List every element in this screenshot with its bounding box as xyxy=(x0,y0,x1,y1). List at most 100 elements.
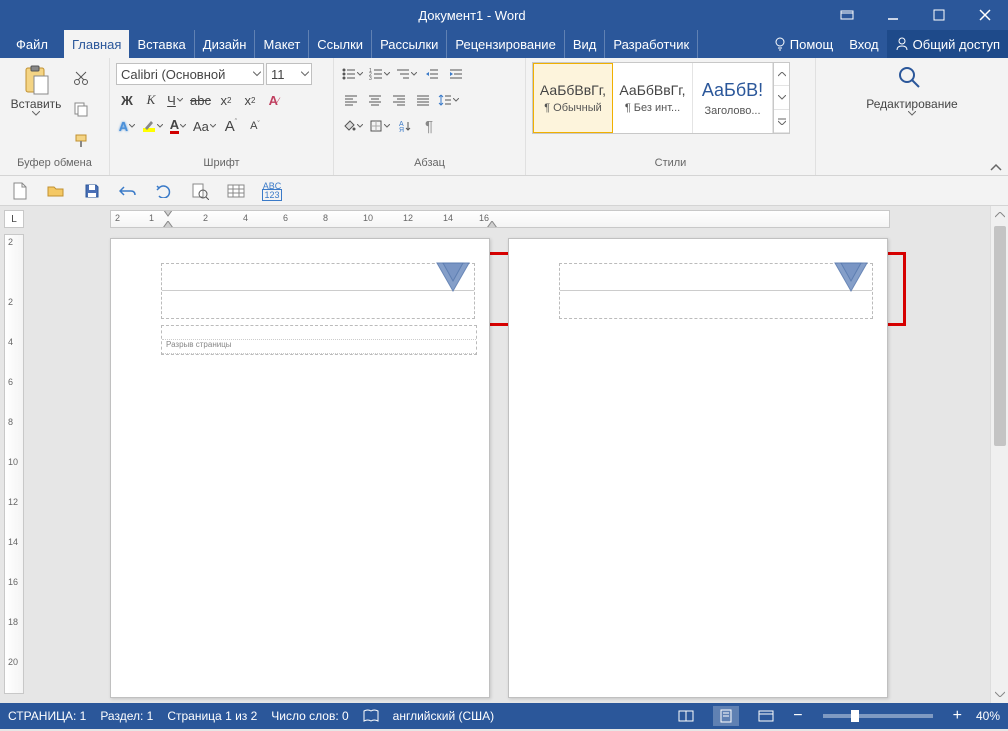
ruler-num: 10 xyxy=(8,457,18,467)
zoom-in-button[interactable]: + xyxy=(953,707,962,725)
format-painter-button[interactable] xyxy=(70,130,92,152)
numbering-button[interactable]: 123 xyxy=(367,63,392,85)
tab-design[interactable]: Дизайн xyxy=(195,30,256,58)
shrink-font-button[interactable]: Aˇ xyxy=(244,115,266,137)
editing-label: Редактирование xyxy=(866,98,957,111)
multilevel-button[interactable] xyxy=(394,63,419,85)
shading-button[interactable] xyxy=(340,115,365,137)
tab-review[interactable]: Рецензирование xyxy=(447,30,564,58)
paste-button[interactable]: Вставить xyxy=(6,62,66,157)
vertical-ruler[interactable]: 2 2 4 6 8 10 12 14 16 18 20 xyxy=(4,234,24,694)
hanging-indent-marker[interactable] xyxy=(163,221,173,228)
print-layout-button[interactable] xyxy=(713,706,739,726)
align-center-button[interactable] xyxy=(364,89,386,111)
tab-mailings[interactable]: Рассылки xyxy=(372,30,447,58)
page-2[interactable] xyxy=(508,238,888,698)
zoom-out-button[interactable]: − xyxy=(793,707,802,725)
tab-layout[interactable]: Макет xyxy=(255,30,309,58)
undo-button[interactable] xyxy=(116,179,140,203)
font-name-select[interactable]: Calibri (Основной xyxy=(116,63,264,85)
cut-button[interactable] xyxy=(70,67,92,89)
status-word-count[interactable]: Число слов: 0 xyxy=(271,709,348,723)
zoom-level[interactable]: 40% xyxy=(976,709,1000,723)
tab-home[interactable]: Главная xyxy=(64,30,129,58)
tab-file[interactable]: Файл xyxy=(0,30,64,58)
tab-developer[interactable]: Разработчик xyxy=(605,30,698,58)
insert-table-button[interactable] xyxy=(224,179,248,203)
zoom-slider-handle[interactable] xyxy=(851,710,859,722)
strikethrough-button[interactable]: abc xyxy=(188,89,213,111)
open-button[interactable] xyxy=(44,179,68,203)
new-doc-button[interactable] xyxy=(8,179,32,203)
gallery-more-button[interactable] xyxy=(774,110,789,133)
word-count-button[interactable]: ABC123 xyxy=(260,179,284,203)
italic-button[interactable]: К xyxy=(140,89,162,111)
status-section[interactable]: Раздел: 1 xyxy=(100,709,153,723)
gallery-up-button[interactable] xyxy=(774,63,789,86)
status-language[interactable]: английский (США) xyxy=(393,709,494,723)
ribbon-display-options-button[interactable] xyxy=(824,0,870,30)
read-mode-button[interactable] xyxy=(673,706,699,726)
zoom-slider[interactable] xyxy=(823,714,933,718)
sign-in-button[interactable]: Вход xyxy=(841,30,886,58)
line-spacing-button[interactable] xyxy=(436,89,461,111)
tab-view[interactable]: Вид xyxy=(565,30,606,58)
align-left-icon xyxy=(344,94,358,106)
highlight-button[interactable] xyxy=(140,115,165,137)
sort-button[interactable]: AЯ xyxy=(394,115,416,137)
print-preview-button[interactable] xyxy=(188,179,212,203)
status-page-of[interactable]: Страница 1 из 2 xyxy=(167,709,257,723)
page-1[interactable]: Разрыв страницы xyxy=(110,238,490,698)
maximize-button[interactable] xyxy=(916,0,962,30)
subscript-button[interactable]: x2 xyxy=(215,89,237,111)
vertical-scrollbar[interactable] xyxy=(990,206,1008,703)
close-button[interactable] xyxy=(962,0,1008,30)
clear-formatting-button[interactable]: A∕ xyxy=(263,89,285,111)
table-row xyxy=(162,326,476,340)
justify-button[interactable] xyxy=(412,89,434,111)
redo-button[interactable] xyxy=(152,179,176,203)
save-button[interactable] xyxy=(80,179,104,203)
tab-references[interactable]: Ссылки xyxy=(309,30,372,58)
collapse-ribbon-button[interactable] xyxy=(990,163,1002,173)
bold-button[interactable]: Ж xyxy=(116,89,138,111)
editing-button[interactable]: Редактирование xyxy=(852,62,972,157)
text-effects-button[interactable]: A xyxy=(116,115,138,137)
scroll-thumb[interactable] xyxy=(994,226,1006,446)
increase-indent-button[interactable] xyxy=(445,63,467,85)
web-layout-button[interactable] xyxy=(753,706,779,726)
change-case-button[interactable]: Aa xyxy=(191,115,218,137)
share-button[interactable]: Общий доступ xyxy=(887,30,1008,58)
tell-me-button[interactable]: Помощ xyxy=(766,30,841,58)
grow-font-button[interactable]: Aˆ xyxy=(220,115,242,137)
style-no-spacing[interactable]: АаБбВвГг, ¶ Без инт... xyxy=(613,63,693,133)
underline-button[interactable]: Ч xyxy=(164,89,186,111)
gallery-down-button[interactable] xyxy=(774,86,789,109)
superscript-button[interactable]: x2 xyxy=(239,89,261,111)
status-page[interactable]: СТРАНИЦА: 1 xyxy=(8,709,86,723)
header-region[interactable] xyxy=(559,263,873,319)
tab-insert[interactable]: Вставка xyxy=(129,30,194,58)
header-region[interactable] xyxy=(161,263,475,319)
font-color-button[interactable]: A xyxy=(167,115,189,137)
status-spellcheck[interactable] xyxy=(363,709,379,723)
align-left-button[interactable] xyxy=(340,89,362,111)
first-line-indent-marker[interactable] xyxy=(163,210,173,217)
decrease-indent-button[interactable] xyxy=(421,63,443,85)
borders-button[interactable] xyxy=(367,115,392,137)
bullets-button[interactable] xyxy=(340,63,365,85)
right-indent-marker[interactable] xyxy=(487,221,497,228)
scroll-up-button[interactable] xyxy=(991,206,1008,224)
copy-button[interactable] xyxy=(70,98,92,120)
style-heading1[interactable]: АаБбВ! Заголово... xyxy=(693,63,773,133)
document-table[interactable]: Разрыв страницы xyxy=(161,325,477,355)
align-right-button[interactable] xyxy=(388,89,410,111)
show-marks-button[interactable]: ¶ xyxy=(418,115,440,137)
minimize-button[interactable] xyxy=(870,0,916,30)
font-size-select[interactable]: 11 xyxy=(266,63,312,85)
style-normal[interactable]: АаБбВвГг, ¶ Обычный xyxy=(533,63,613,133)
tab-selector[interactable]: L xyxy=(4,210,24,228)
lightbulb-icon xyxy=(774,37,786,51)
scroll-down-button[interactable] xyxy=(991,685,1008,703)
horizontal-ruler[interactable]: 2 1 2 4 6 8 10 12 14 16 xyxy=(110,210,890,228)
